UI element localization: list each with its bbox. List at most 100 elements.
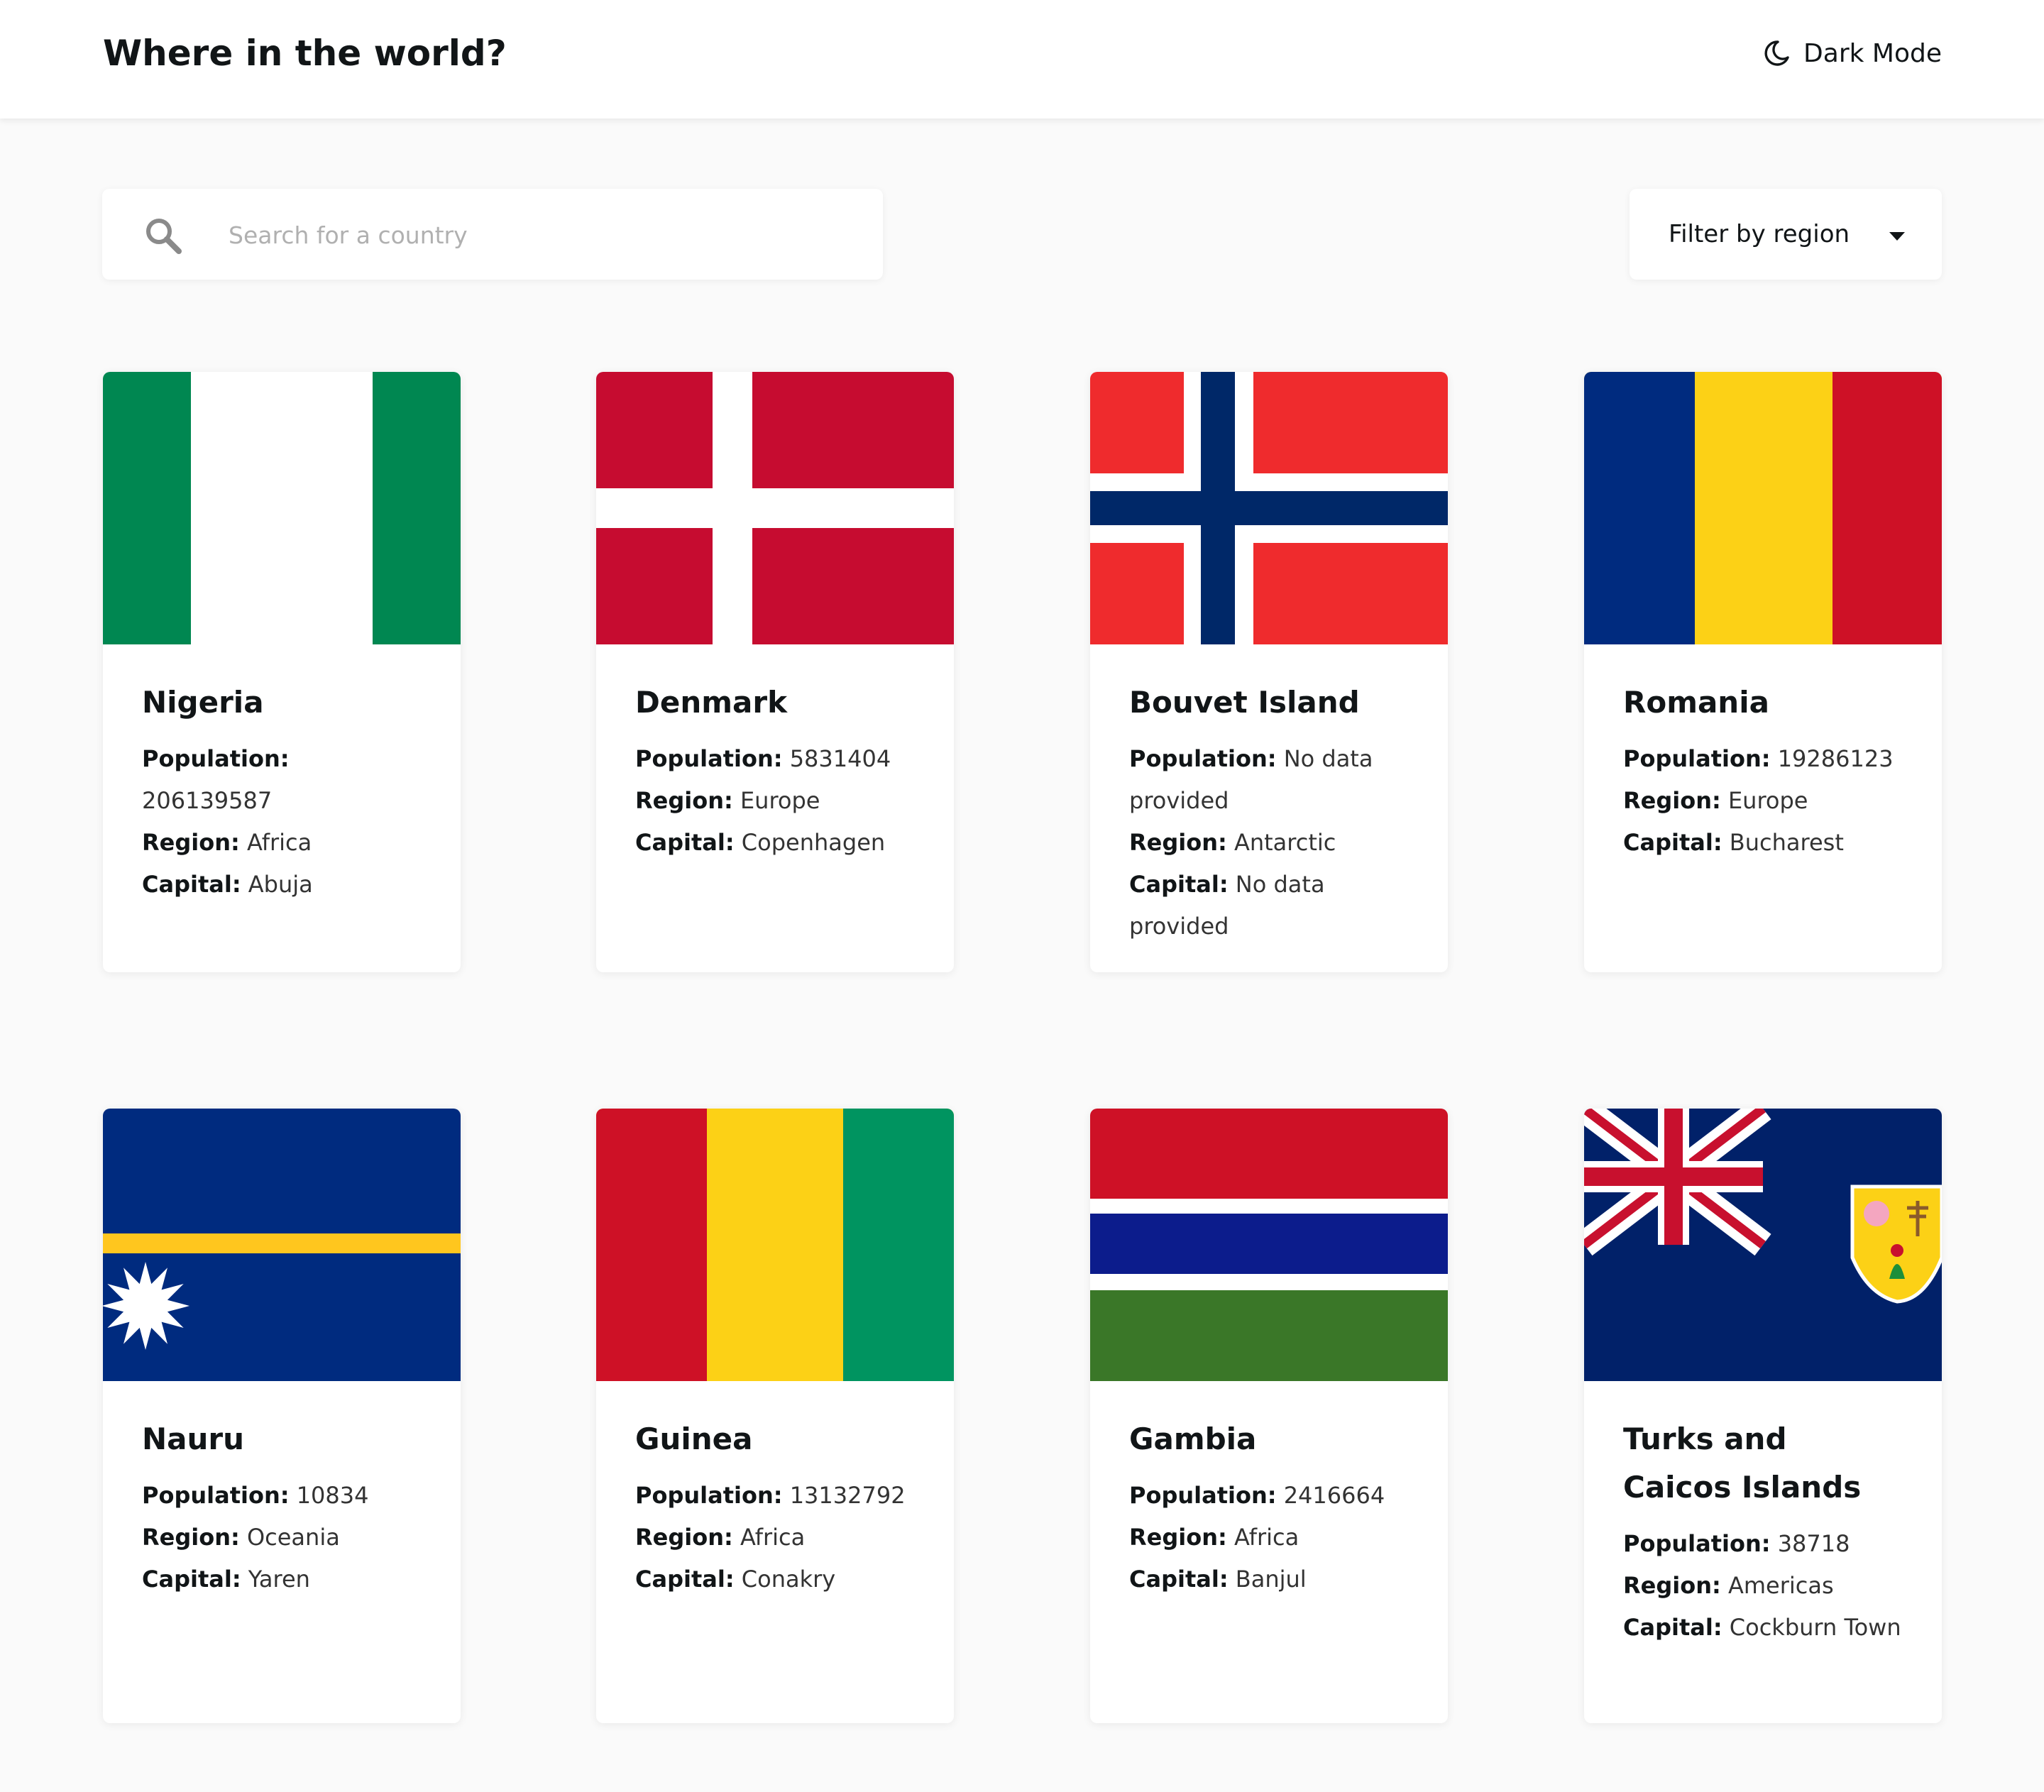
population-label: Population: <box>1129 745 1277 772</box>
region-value: Africa <box>1233 1524 1300 1551</box>
app-title: Where in the world? <box>103 33 507 74</box>
capital-label: Capital: <box>1129 1566 1229 1593</box>
region-label: Region: <box>1129 1524 1227 1551</box>
region-label: Region: <box>1623 787 1721 814</box>
capital-value: Conakry <box>741 1566 836 1593</box>
country-card-nauru[interactable]: Nauru Population: 10834 Region: Oceania … <box>103 1109 461 1723</box>
capital-row: Capital: Abuja <box>142 864 422 906</box>
capital-row: Capital: Cockburn Town <box>1623 1607 1903 1649</box>
region-label: Region: <box>1623 1572 1721 1599</box>
country-name: Bouvet Island <box>1129 685 1360 720</box>
country-card-gambia[interactable]: Gambia Population: 2416664 Region: Afric… <box>1090 1109 1448 1723</box>
country-name: Romania <box>1623 685 1769 720</box>
region-row: Region: Africa <box>142 822 422 864</box>
capital-row: Capital: No data provided <box>1129 864 1409 947</box>
region-label: Region: <box>1129 829 1227 856</box>
region-row: Region: Oceania <box>142 1517 422 1559</box>
population-value: 10834 <box>296 1482 369 1509</box>
filter-label: Filter by region <box>1669 220 1850 248</box>
country-name: Nigeria <box>142 685 264 720</box>
population-label: Population: <box>1129 1482 1277 1509</box>
population-label: Population: <box>635 745 783 772</box>
country-name: Turks and Caicos Islands <box>1623 1422 1862 1505</box>
capital-value: Copenhagen <box>741 829 886 856</box>
capital-value: Bucharest <box>1729 829 1844 856</box>
capital-label: Capital: <box>635 829 735 856</box>
population-label: Population: <box>635 1482 783 1509</box>
population-value: 206139587 <box>142 787 273 814</box>
region-value: Antarctic <box>1233 829 1336 856</box>
capital-label: Capital: <box>1623 829 1722 856</box>
region-label: Region: <box>142 1524 240 1551</box>
denmark-flag <box>596 372 954 644</box>
region-value: Europe <box>1727 787 1808 814</box>
country-name: Nauru <box>142 1422 245 1456</box>
region-row: Region: Americas <box>1623 1565 1903 1607</box>
capital-row: Capital: Yaren <box>142 1559 422 1600</box>
country-name: Gambia <box>1129 1422 1257 1456</box>
capital-label: Capital: <box>635 1566 735 1593</box>
region-row: Region: Antarctic <box>1129 822 1409 864</box>
capital-row: Capital: Copenhagen <box>635 822 915 864</box>
region-label: Region: <box>635 787 733 814</box>
population-value: 19286123 <box>1777 745 1894 772</box>
population-value: 5831404 <box>789 745 891 772</box>
gambia-flag <box>1090 1109 1448 1381</box>
nauru-flag <box>103 1109 461 1381</box>
region-value: Africa <box>246 829 312 856</box>
region-value: Americas <box>1727 1572 1834 1599</box>
population-label: Population: <box>142 745 290 772</box>
capital-label: Capital: <box>1129 871 1229 898</box>
caret-down-icon <box>1889 230 1905 243</box>
population-value: 13132792 <box>789 1482 906 1509</box>
population-row: Population: 5831404 <box>635 738 915 780</box>
population-label: Population: <box>1623 1530 1771 1557</box>
capital-row: Capital: Bucharest <box>1623 822 1903 864</box>
capital-row: Capital: Conakry <box>635 1559 915 1600</box>
region-row: Region: Europe <box>1623 780 1903 822</box>
population-value: 2416664 <box>1283 1482 1385 1509</box>
region-row: Region: Africa <box>1129 1517 1409 1559</box>
country-card-bouvet-island[interactable]: Bouvet Island Population: No data provid… <box>1090 372 1448 972</box>
bouvet-island-flag <box>1090 372 1448 644</box>
country-card-denmark[interactable]: Denmark Population: 5831404 Region: Euro… <box>596 372 954 972</box>
country-name: Guinea <box>635 1422 753 1456</box>
capital-label: Capital: <box>142 871 241 898</box>
search-input[interactable] <box>227 189 855 281</box>
capital-row: Capital: Banjul <box>1129 1559 1409 1600</box>
country-card-romania[interactable]: Romania Population: 19286123 Region: Eur… <box>1584 372 1942 972</box>
search-icon <box>143 216 183 258</box>
capital-label: Capital: <box>1623 1614 1722 1641</box>
nigeria-flag <box>103 372 461 644</box>
country-card-nigeria[interactable]: Nigeria Population: 206139587 Region: Af… <box>103 372 461 972</box>
population-row: Population: 2416664 <box>1129 1475 1409 1517</box>
capital-value: Abuja <box>248 871 313 898</box>
capital-value: Yaren <box>248 1566 310 1593</box>
dark-mode-label: Dark Mode <box>1803 38 1942 68</box>
population-value: 38718 <box>1777 1530 1850 1557</box>
dark-mode-toggle[interactable]: Dark Mode <box>1762 33 1942 74</box>
region-row: Region: Africa <box>635 1517 915 1559</box>
population-row: Population: 10834 <box>142 1475 422 1517</box>
capital-value: Cockburn Town <box>1729 1614 1901 1641</box>
population-label: Population: <box>1623 745 1771 772</box>
country-name: Denmark <box>635 685 787 720</box>
population-row: Population: 19286123 <box>1623 738 1903 780</box>
region-row: Region: Europe <box>635 780 915 822</box>
region-label: Region: <box>142 829 240 856</box>
country-card-guinea[interactable]: Guinea Population: 13132792 Region: Afri… <box>596 1109 954 1723</box>
region-value: Europe <box>740 787 820 814</box>
region-filter-dropdown[interactable]: Filter by region <box>1630 189 1942 280</box>
region-label: Region: <box>635 1524 733 1551</box>
population-label: Population: <box>142 1482 290 1509</box>
turks-and-caicos-flag <box>1584 1109 1942 1381</box>
population-row: Population: No data provided <box>1129 738 1409 822</box>
header: Where in the world? Dark Mode <box>0 0 2044 119</box>
country-card-turks-and-caicos-islands[interactable]: Turks and Caicos Islands Population: 387… <box>1584 1109 1942 1723</box>
capital-value: Banjul <box>1235 1566 1307 1593</box>
moon-icon <box>1762 39 1791 67</box>
search-bar <box>102 189 883 281</box>
capital-label: Capital: <box>142 1566 241 1593</box>
romania-flag <box>1584 372 1942 644</box>
region-value: Africa <box>740 1524 806 1551</box>
